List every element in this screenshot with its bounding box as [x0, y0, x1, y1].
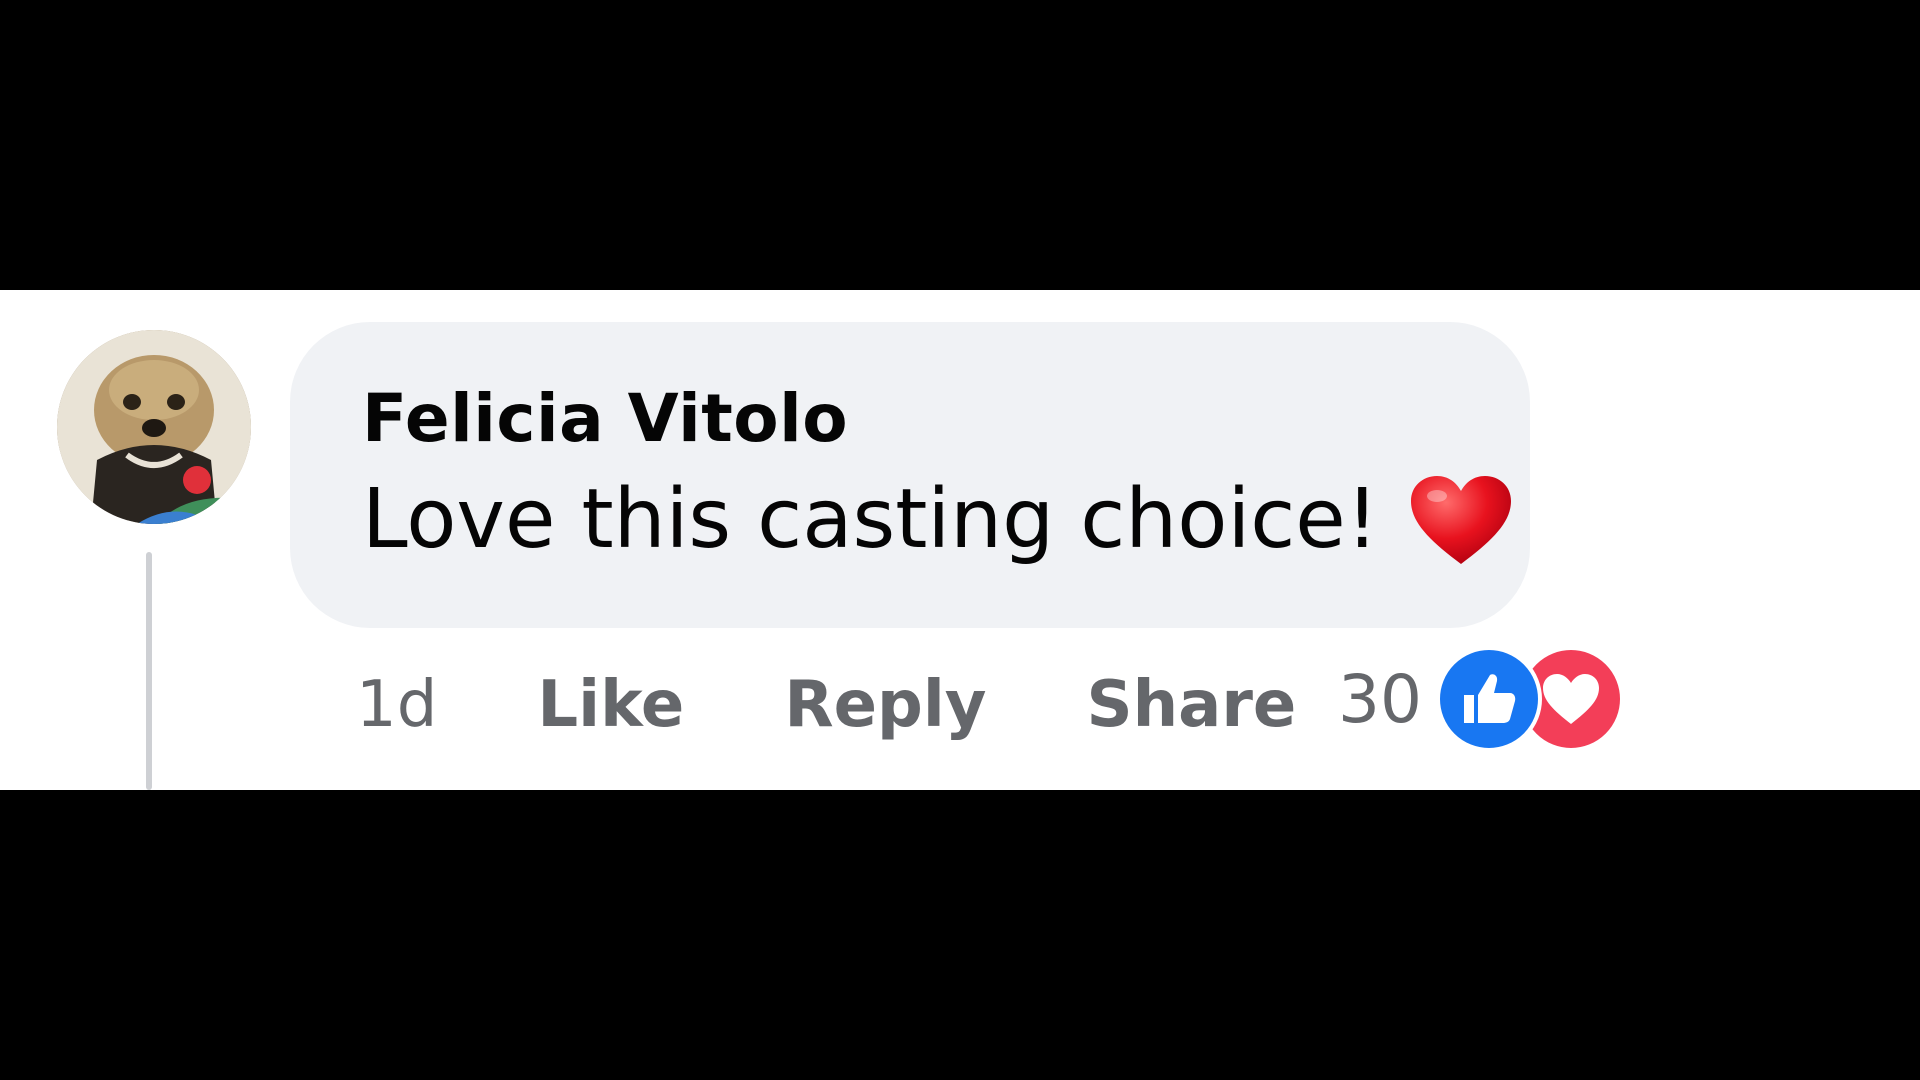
like-button[interactable]: Like: [537, 668, 684, 742]
letterbox-bottom: [0, 790, 1920, 1080]
heart-emoji-icon: [1409, 474, 1513, 566]
thread-line: [146, 552, 152, 790]
comment-bubble: Felicia Vitolo Love this casting choice!: [290, 322, 1530, 628]
share-button[interactable]: Share: [1086, 668, 1296, 742]
avatar-dog-photo: [57, 330, 251, 524]
comment-body: Love this casting choice!: [362, 472, 1513, 567]
avatar[interactable]: [57, 330, 251, 524]
reaction-count: 30: [1338, 660, 1422, 738]
letterbox-top: [0, 0, 1920, 290]
comment-author[interactable]: Felicia Vitolo: [362, 380, 848, 457]
comment-timestamp[interactable]: 1d: [356, 668, 437, 742]
like-icon: [1435, 646, 1542, 752]
comment-actions: 1d Like Reply Share: [356, 660, 1396, 750]
comment-text: Love this casting choice!: [362, 472, 1379, 567]
reactions-summary[interactable]: 30: [1338, 644, 1624, 754]
reply-button[interactable]: Reply: [784, 668, 986, 742]
comment-container: Felicia Vitolo Love this casting choice!: [0, 290, 1920, 790]
